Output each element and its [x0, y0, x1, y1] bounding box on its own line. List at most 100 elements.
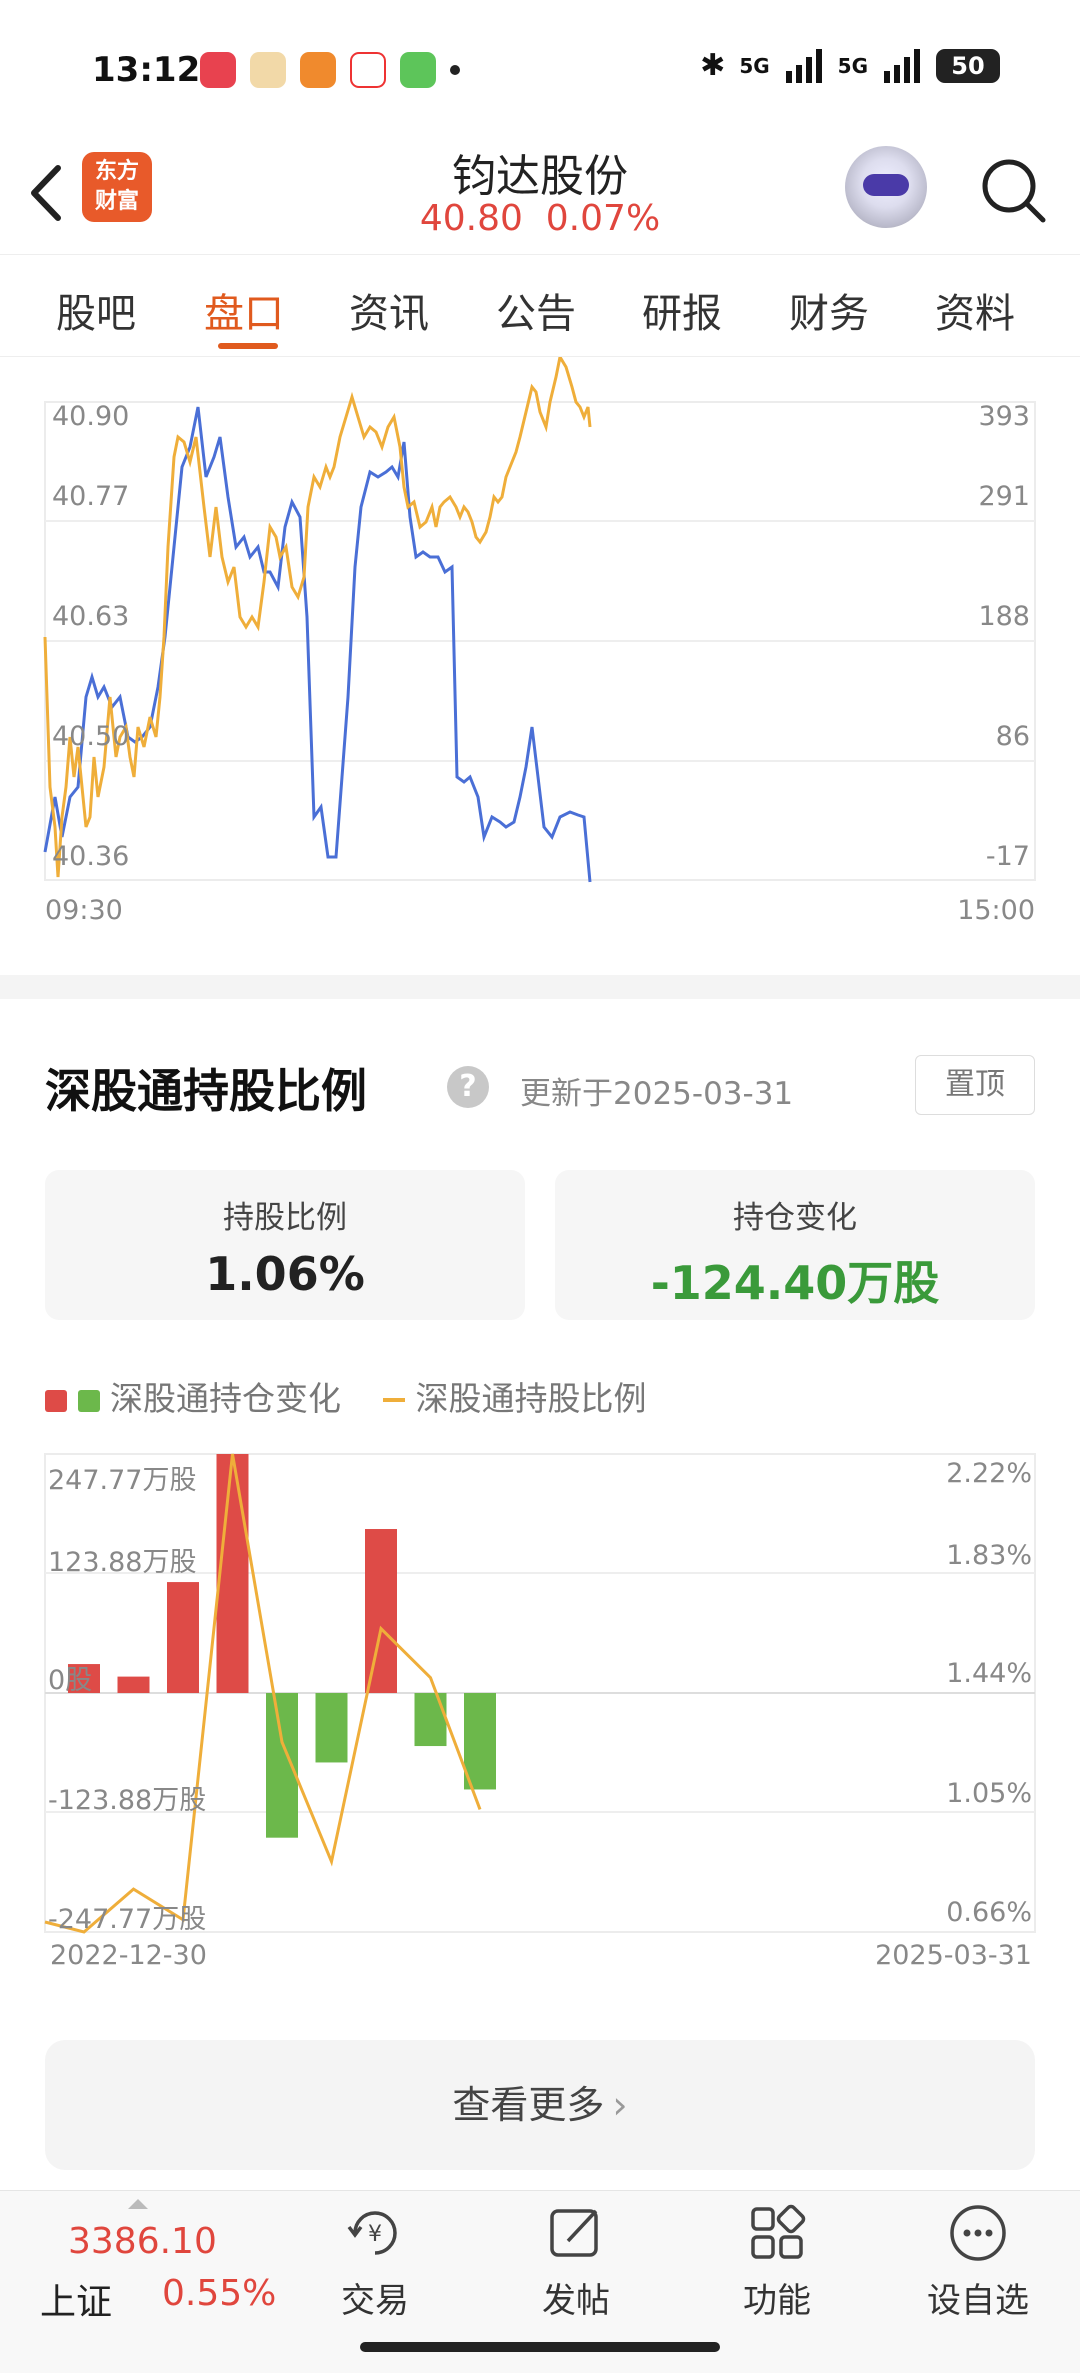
y-right-3: 1.44%	[946, 1658, 1032, 1689]
holding-ratio-label: 持股比例	[223, 1200, 347, 1236]
y-tick-right-2: 291	[978, 481, 1030, 512]
legend-bar-label: 深股通持仓变化	[110, 1379, 341, 1418]
battery-icon: 50	[936, 48, 1000, 83]
y-right-4: 1.05%	[946, 1778, 1032, 1809]
position-change-label: 持仓变化	[733, 1200, 857, 1236]
stock-header: 东方 财富 钧达股份 40.80 0.07%	[0, 140, 1080, 255]
y-tick-left-3: 40.63	[52, 601, 130, 632]
more-dot-icon	[450, 65, 460, 75]
chart-legend: 深股通持仓变化 深股通持股比例	[45, 1372, 646, 1420]
chevron-right-icon: ›	[612, 2083, 628, 2127]
status-time: 13:12	[92, 50, 201, 90]
y-tick-right-3: 188	[978, 601, 1030, 632]
tab-guba[interactable]: 股吧	[56, 281, 136, 339]
y-tick-left-4: 40.50	[52, 721, 130, 752]
holding-change-bar	[414, 1693, 447, 1747]
nav-add-watchlist[interactable]: 设自选	[908, 2201, 1048, 2322]
holding-change-bar	[117, 1676, 150, 1693]
home-app-icon	[250, 52, 286, 88]
tab-bar: 股吧 盘口 资讯 公告 研报 财务 资料	[0, 255, 1080, 357]
holding-change-bar	[464, 1693, 496, 1790]
section-title: 深股通持股比例	[45, 1064, 367, 1118]
signal-1-label: 5G	[739, 53, 770, 78]
y-left-1: 247.77万股	[48, 1465, 197, 1496]
y-left-2: 123.88万股	[48, 1547, 197, 1578]
nav-add-watchlist-label: 设自选	[927, 2281, 1029, 2321]
tab-announcements[interactable]: 公告	[496, 281, 576, 339]
help-icon[interactable]: ?	[447, 1066, 489, 1108]
legend-line-label: 深股通持股比例	[415, 1379, 647, 1418]
signal-2-label: 5G	[837, 53, 868, 78]
y-tick-left-1: 40.90	[52, 401, 130, 432]
position-change-value: -124.40万股	[650, 1256, 940, 1310]
intraday-chart-svg	[43, 357, 1036, 883]
x-tick-start: 09:30	[45, 895, 123, 926]
index-name[interactable]: 上证	[40, 2273, 112, 2325]
y-left-4: -123.88万股	[48, 1785, 207, 1816]
signal-icon-2	[884, 48, 920, 83]
active-tab-indicator	[218, 343, 278, 349]
status-bar: 13:12 ✱ 5G 5G 50	[0, 0, 1080, 140]
nav-trade[interactable]: ¥ 交易	[305, 2201, 445, 2322]
legend-green-swatch	[77, 1390, 100, 1412]
holding-change-bar	[315, 1693, 348, 1763]
more-dots-icon	[950, 2205, 1006, 2261]
location-app-icon	[350, 52, 386, 88]
x-end-date: 2025-03-31	[875, 1940, 1032, 1971]
intraday-chart: 40.90 40.77 40.63 40.50 40.36 393 291 18…	[0, 357, 1080, 957]
tab-news[interactable]: 资讯	[349, 281, 429, 339]
pin-top-button[interactable]: 置顶	[915, 1055, 1035, 1115]
holdings-chart: 247.77万股 123.88万股 0股 -123.88万股 -247.77万股…	[0, 1440, 1080, 1980]
legend-line-swatch	[382, 1398, 405, 1402]
see-more-label: 查看更多	[452, 2083, 605, 2127]
signal-icon	[785, 48, 822, 83]
home-indicator	[360, 2342, 720, 2352]
nav-post-label: 发帖	[542, 2281, 610, 2321]
expand-up-icon[interactable]	[128, 2199, 148, 2209]
volume-line	[43, 406, 592, 883]
legend-red-swatch	[45, 1390, 67, 1412]
nav-trade-label: 交易	[341, 2281, 409, 2321]
grid-icon	[751, 2204, 806, 2259]
y-right-5: 0.66%	[946, 1897, 1032, 1928]
stock-price: 40.80	[419, 198, 523, 239]
nav-functions[interactable]: 功能	[707, 2201, 847, 2322]
nav-functions-label: 功能	[743, 2281, 811, 2321]
tab-pankou[interactable]: 盘口	[204, 281, 284, 339]
nav-post[interactable]: 发帖	[506, 2201, 646, 2322]
y-tick-right-4: 86	[995, 721, 1030, 752]
see-more-button[interactable]: 查看更多 ›	[45, 2040, 1035, 2170]
yen-cycle-icon: ¥	[347, 2211, 397, 2255]
update-date: 更新于2025-03-31	[520, 1076, 794, 1112]
assistant-robot-icon[interactable]	[845, 146, 927, 228]
y-tick-right-1: 393	[978, 401, 1030, 432]
holding-ratio-value: 1.06%	[205, 1247, 365, 1301]
bluetooth-icon: ✱	[700, 48, 726, 83]
stock-change: 0.07%	[545, 198, 661, 239]
edit-icon	[550, 2209, 598, 2257]
holding-ratio-card: 持股比例 1.06%	[45, 1170, 525, 1320]
x-tick-end: 15:00	[957, 895, 1035, 926]
search-icon[interactable]	[975, 152, 1051, 228]
system-status: ✱ 5G 5G 50	[700, 48, 1000, 83]
y-right-2: 1.83%	[946, 1540, 1032, 1571]
section-divider	[0, 975, 1080, 999]
svg-text:¥: ¥	[368, 2222, 382, 2247]
index-value[interactable]: 3386.10	[68, 2221, 217, 2262]
y-tick-right-5: -17	[985, 841, 1030, 872]
tab-research[interactable]: 研报	[642, 281, 722, 339]
message-app-icon	[400, 52, 436, 88]
shopping-app-icon	[300, 52, 336, 88]
y-tick-left-5: 40.36	[52, 841, 130, 872]
y-right-1: 2.22%	[946, 1458, 1032, 1489]
music-app-icon	[200, 52, 236, 88]
y-tick-left-2: 40.77	[52, 481, 130, 512]
y-left-5: -247.77万股	[48, 1904, 207, 1935]
holding-change-bar	[167, 1582, 199, 1693]
holding-change-bar	[365, 1529, 397, 1693]
y-left-3: 0股	[48, 1665, 93, 1696]
tab-profile[interactable]: 资料	[935, 281, 1015, 339]
index-pct[interactable]: 0.55%	[162, 2273, 276, 2314]
tab-finance[interactable]: 财务	[789, 281, 869, 339]
x-start-date: 2022-12-30	[50, 1940, 207, 1971]
